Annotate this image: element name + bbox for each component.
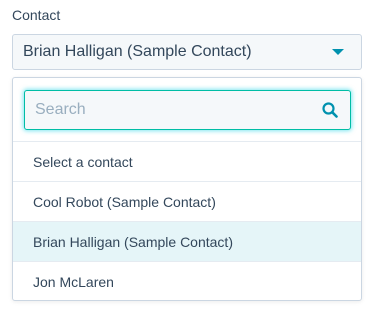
- search-input[interactable]: [25, 91, 315, 129]
- option-brian-halligan[interactable]: Brian Halligan (Sample Contact): [13, 221, 361, 261]
- contact-field-label: Contact: [12, 7, 61, 23]
- option-select-a-contact[interactable]: Select a contact: [13, 141, 361, 181]
- option-jon-mclaren[interactable]: Jon McLaren: [13, 261, 361, 301]
- caret-down-icon: [332, 49, 344, 55]
- search-icon[interactable]: [322, 102, 338, 118]
- contact-dropdown-menu: Select a contact Cool Robot (Sample Cont…: [12, 77, 362, 301]
- contact-option-list: Select a contact Cool Robot (Sample Cont…: [13, 141, 361, 301]
- contact-select[interactable]: Brian Halligan (Sample Contact): [12, 34, 362, 70]
- option-cool-robot[interactable]: Cool Robot (Sample Contact): [13, 181, 361, 221]
- contact-select-value: Brian Halligan (Sample Contact): [23, 43, 252, 60]
- search-box: [24, 90, 351, 130]
